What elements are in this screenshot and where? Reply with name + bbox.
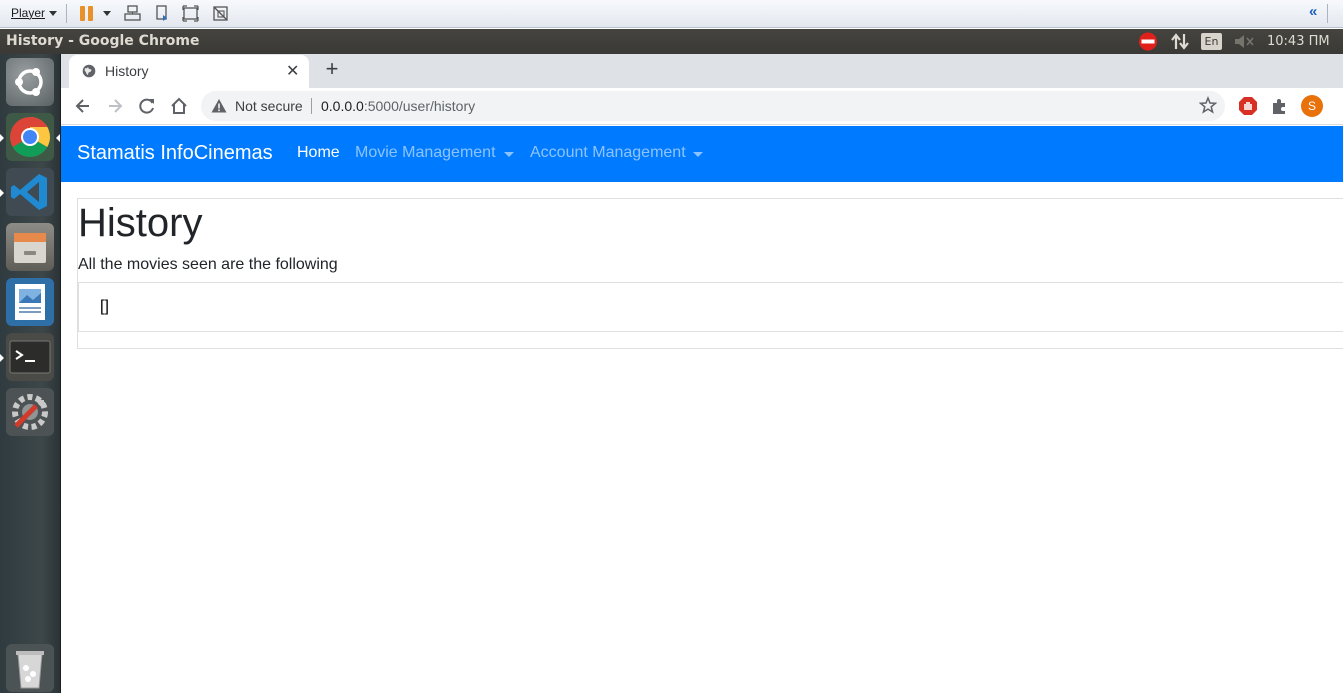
trash-icon[interactable] bbox=[6, 644, 54, 692]
address-divider bbox=[311, 98, 312, 114]
volume-muted-icon[interactable] bbox=[1233, 32, 1255, 51]
running-indicator bbox=[0, 134, 4, 142]
top-panel: History - Google Chrome En 10:43 ΠΜ bbox=[0, 29, 1343, 54]
pause-menu-chevron-down-icon[interactable] bbox=[103, 11, 111, 16]
files-icon[interactable] bbox=[6, 223, 54, 271]
nav-link-home[interactable]: Home bbox=[297, 144, 340, 162]
adblock-hand-icon[interactable] bbox=[1238, 96, 1258, 116]
ubuntu-dash-icon[interactable] bbox=[6, 58, 54, 106]
network-icon[interactable] bbox=[1170, 32, 1190, 51]
page-description: All the movies seen are the following bbox=[78, 256, 338, 273]
account-management-caret-icon[interactable] bbox=[693, 152, 703, 157]
tab-history[interactable]: History ✕ bbox=[69, 55, 309, 89]
toolbar-divider bbox=[1327, 4, 1328, 23]
extensions-puzzle-icon[interactable] bbox=[1270, 96, 1290, 116]
site-navbar: Stamatis InfoCinemas Home Movie Manageme… bbox=[61, 126, 1343, 182]
address-bar[interactable]: Not secure 0.0.0.0:5000/user/history bbox=[201, 91, 1225, 121]
bookmark-star-icon[interactable] bbox=[1199, 96, 1217, 114]
do-not-disturb-icon[interactable] bbox=[1137, 32, 1159, 51]
collapse-toolbar-icon[interactable]: « bbox=[1309, 3, 1317, 20]
reload-icon[interactable] bbox=[137, 96, 157, 116]
removable-devices-icon[interactable] bbox=[154, 5, 171, 22]
vscode-icon[interactable] bbox=[6, 168, 54, 216]
player-menu-chevron-down-icon[interactable] bbox=[49, 11, 57, 16]
image-viewer-icon[interactable] bbox=[6, 278, 54, 326]
send-ctrl-alt-del-icon[interactable] bbox=[124, 5, 141, 22]
keyboard-layout-indicator[interactable]: En bbox=[1201, 33, 1222, 50]
url-path: :5000/user/history bbox=[363, 98, 476, 114]
window-title: History - Google Chrome bbox=[6, 33, 200, 49]
movies-list-value: [] bbox=[100, 298, 109, 315]
back-arrow-icon[interactable] bbox=[73, 96, 93, 116]
clock[interactable]: 10:43 ΠΜ bbox=[1267, 34, 1330, 49]
page-title: History bbox=[78, 201, 203, 245]
unity-mode-icon[interactable] bbox=[212, 5, 229, 22]
warning-icon[interactable] bbox=[211, 98, 227, 114]
nav-dropdown-movie-management[interactable]: Movie Management bbox=[355, 144, 496, 162]
focused-indicator bbox=[56, 134, 60, 142]
toolbar-divider bbox=[66, 4, 67, 23]
home-icon[interactable] bbox=[169, 96, 189, 116]
tab-title: History bbox=[105, 63, 149, 79]
fit-guest-icon[interactable] bbox=[182, 5, 199, 22]
pause-icon[interactable] bbox=[80, 6, 93, 21]
navbar-brand[interactable]: Stamatis InfoCinemas bbox=[77, 142, 273, 165]
tab-close-icon[interactable]: ✕ bbox=[286, 61, 299, 81]
forward-arrow-icon[interactable] bbox=[105, 96, 125, 116]
unity-launcher bbox=[0, 54, 61, 693]
running-indicator bbox=[0, 354, 4, 362]
chrome-icon[interactable] bbox=[6, 113, 54, 161]
new-tab-button[interactable]: + bbox=[320, 58, 344, 82]
vmware-toolbar: Player « bbox=[0, 0, 1343, 28]
history-card: History All the movies seen are the foll… bbox=[77, 198, 1343, 349]
globe-icon bbox=[82, 64, 96, 78]
running-indicator bbox=[0, 189, 4, 197]
movie-management-caret-icon[interactable] bbox=[504, 152, 514, 157]
security-label[interactable]: Not secure bbox=[235, 98, 303, 114]
profile-avatar[interactable]: S bbox=[1301, 95, 1323, 117]
url-host: 0.0.0.0 bbox=[321, 98, 364, 114]
nav-dropdown-account-management[interactable]: Account Management bbox=[530, 144, 686, 162]
player-menu[interactable]: Player bbox=[11, 6, 45, 20]
settings-icon[interactable] bbox=[6, 388, 54, 436]
terminal-icon[interactable] bbox=[6, 333, 54, 381]
movies-list-box: [] bbox=[78, 282, 1343, 332]
url-text[interactable]: 0.0.0.0:5000/user/history bbox=[321, 98, 475, 114]
